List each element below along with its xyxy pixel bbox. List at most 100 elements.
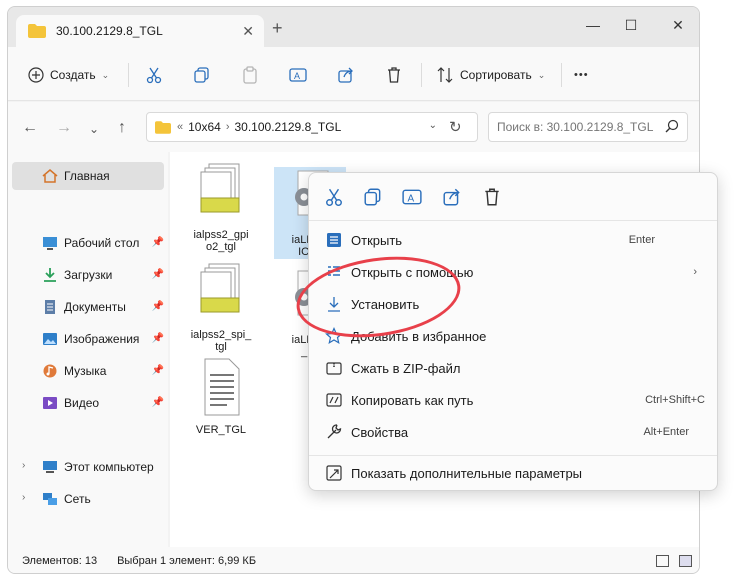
trash-icon[interactable]: [482, 187, 502, 207]
back-arrow-icon[interactable]: ←: [22, 119, 38, 137]
download-icon: [44, 268, 56, 282]
menu-item-compress-zip[interactable]: Сжать в ZIP-файл: [315, 353, 711, 383]
menu-item-label: Показать дополнительные параметры: [351, 465, 583, 481]
minimize-button[interactable]: —: [583, 17, 603, 33]
sidebar-item-documents[interactable]: Документы 📌: [12, 293, 164, 321]
zip-icon: [326, 362, 342, 375]
pin-icon[interactable]: 📌: [152, 237, 164, 248]
documents-icon: [45, 300, 55, 314]
file-name: ialpss2_gpi: [193, 229, 249, 241]
up-arrow-icon[interactable]: ↑: [118, 119, 126, 137]
video-icon: [43, 397, 57, 409]
context-menu-quick-actions: A: [309, 173, 717, 221]
rename-icon[interactable]: A: [402, 187, 422, 207]
chevron-right-icon: ›: [693, 266, 697, 278]
breadcrumb-overflow[interactable]: «: [177, 121, 183, 133]
pin-icon[interactable]: 📌: [152, 333, 164, 344]
search-input[interactable]: [497, 120, 657, 134]
toolbar-divider: [421, 63, 422, 87]
inf-file-icon: [200, 163, 240, 213]
navigation-bar: ← → ⌄ ↑ « 10x64 › 30.100.2129.8_TGL ⌄ ↻: [8, 102, 699, 152]
create-button[interactable]: Создать ⌄: [28, 64, 109, 86]
close-window-button[interactable]: ✕: [668, 17, 688, 34]
sidebar-item-pictures[interactable]: Изображения 📌: [12, 325, 164, 353]
delete-button[interactable]: [385, 64, 403, 86]
details-view-icon[interactable]: [656, 555, 669, 567]
recent-locations-icon[interactable]: ⌄: [89, 122, 99, 136]
cut-button[interactable]: [145, 64, 163, 86]
sort-button[interactable]: Сортировать ⌄: [436, 64, 545, 86]
tab-title: 30.100.2129.8_TGL: [56, 24, 163, 38]
rename-button[interactable]: A: [289, 64, 307, 86]
share-icon[interactable]: [442, 187, 462, 207]
file-item[interactable]: ialpss2_gpi o2_tgl: [185, 162, 257, 253]
forward-arrow-icon[interactable]: →: [56, 119, 72, 137]
search-box[interactable]: [488, 112, 688, 142]
menu-item-properties[interactable]: Свойства Alt+Enter: [315, 417, 711, 447]
file-name: ialpss2_spi_: [190, 329, 252, 341]
refresh-icon[interactable]: ↻: [449, 118, 462, 136]
pin-icon[interactable]: 📌: [152, 301, 164, 312]
breadcrumb-separator-icon[interactable]: ›: [226, 121, 230, 133]
text-file-icon: [204, 358, 240, 416]
more-options-icon: [326, 465, 342, 481]
sidebar-item-this-pc[interactable]: › Этот компьютер: [12, 453, 164, 481]
scissors-icon[interactable]: [324, 187, 344, 207]
chevron-right-icon[interactable]: ›: [22, 460, 25, 471]
toolbar-divider: [561, 63, 562, 87]
menu-item-open[interactable]: Открыть Enter: [315, 225, 711, 255]
sidebar-item-label: Музыка: [64, 364, 107, 378]
create-label: Создать: [50, 68, 96, 82]
share-button[interactable]: [337, 64, 355, 86]
pin-icon[interactable]: 📌: [152, 269, 164, 280]
address-dropdown-icon[interactable]: ⌄: [429, 120, 437, 131]
item-count: Элементов: 13: [22, 555, 98, 567]
copy-button[interactable]: [193, 64, 211, 86]
copy-icon[interactable]: [363, 187, 383, 207]
breadcrumb-item[interactable]: 30.100.2129.8_TGL: [235, 120, 342, 134]
sidebar-item-label: Изображения: [64, 332, 140, 346]
chevron-down-icon: ⌄: [537, 69, 546, 80]
file-name: VER_TGL: [195, 424, 247, 436]
breadcrumb-item[interactable]: 10x64: [188, 120, 221, 134]
sidebar-item-network[interactable]: › Сеть: [12, 485, 164, 513]
sidebar-item-label: Этот компьютер: [64, 460, 154, 474]
tiles-view-icon[interactable]: [679, 555, 692, 567]
maximize-button[interactable]: ☐: [621, 17, 641, 34]
svg-text:A: A: [408, 193, 415, 204]
tab-current-folder[interactable]: 30.100.2129.8_TGL ✕: [16, 15, 264, 47]
more-options-button[interactable]: •••: [574, 64, 589, 86]
sidebar-item-desktop[interactable]: Рабочий стол 📌: [12, 229, 164, 257]
file-name: o2_tgl: [206, 241, 236, 253]
toolbar-divider: [128, 63, 129, 87]
file-name: tgl: [215, 341, 227, 353]
selection-info: Выбран 1 элемент: 6,99 КБ: [117, 555, 257, 567]
music-icon: [43, 364, 57, 378]
properties-icon: [327, 424, 342, 439]
file-item[interactable]: ialpss2_spi_ tgl: [185, 262, 257, 353]
sidebar-item-downloads[interactable]: Загрузки 📌: [12, 261, 164, 289]
search-icon[interactable]: [665, 119, 679, 133]
sidebar-item-video[interactable]: Видео 📌: [12, 389, 164, 417]
new-tab-button[interactable]: +: [272, 19, 283, 37]
tab-close-icon[interactable]: ✕: [242, 23, 254, 40]
menu-item-show-more-options[interactable]: Показать дополнительные параметры: [315, 458, 711, 488]
chevron-right-icon[interactable]: ›: [22, 492, 25, 503]
sidebar-item-label: Видео: [64, 396, 100, 410]
status-bar: Элементов: 13 Выбран 1 элемент: 6,99 КБ: [8, 547, 699, 573]
sidebar-item-music[interactable]: Музыка 📌: [12, 357, 164, 385]
address-bar[interactable]: « 10x64 › 30.100.2129.8_TGL ⌄: [146, 112, 478, 142]
open-icon: [327, 233, 341, 247]
pin-icon[interactable]: 📌: [152, 365, 164, 376]
sort-icon: [437, 67, 453, 83]
sidebar-item-label: Документы: [64, 300, 126, 314]
sidebar-item-home[interactable]: Главная: [12, 162, 164, 190]
pin-icon[interactable]: 📌: [152, 397, 164, 408]
scissors-icon: [146, 67, 162, 84]
shortcut-text: Enter: [628, 234, 655, 246]
command-bar: Создать ⌄ A Сортировать ⌄ •••: [8, 47, 699, 101]
desktop-icon: [43, 237, 57, 250]
paste-button[interactable]: [241, 64, 259, 86]
file-item[interactable]: VER_TGL: [185, 357, 257, 436]
menu-item-copy-as-path[interactable]: Копировать как путь Ctrl+Shift+C: [315, 385, 711, 415]
